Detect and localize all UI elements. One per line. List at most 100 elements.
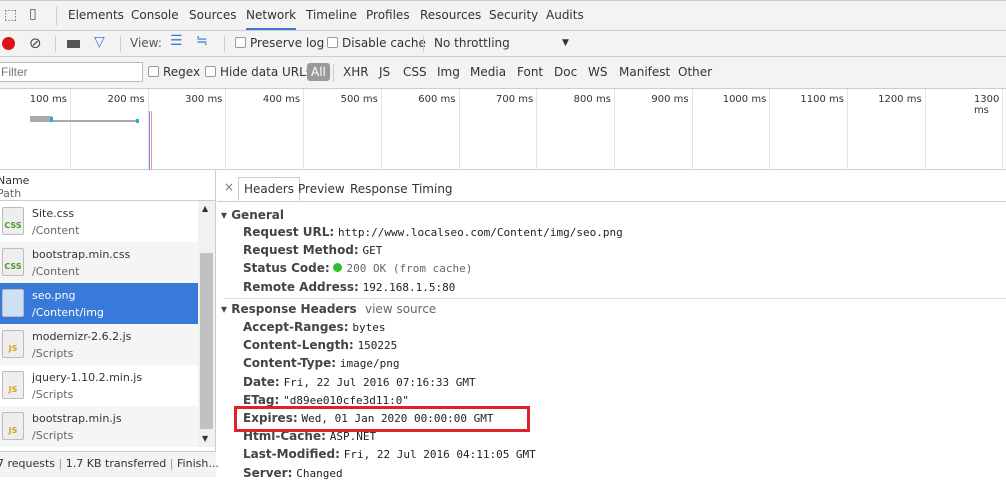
device-mode-icon[interactable]: ▯ — [29, 6, 37, 22]
timeline-gridline — [380, 89, 382, 170]
throttling-select[interactable]: No throttling ▼ — [434, 36, 574, 50]
header-key: Content-Length: — [243, 338, 354, 353]
img-file-icon — [2, 289, 24, 317]
scrollbar[interactable]: ▲ ▼ — [198, 201, 215, 447]
filter-type-img[interactable]: Img — [437, 65, 460, 79]
timeline-gridline — [769, 89, 771, 170]
request-path: /Content — [32, 224, 80, 237]
scroll-up-icon[interactable]: ▲ — [202, 204, 208, 213]
header-key: Status Code: — [243, 261, 330, 276]
request-row[interactable]: JS modernizr-2.6.2.js/Scripts — [0, 324, 198, 365]
js-file-icon: JS — [2, 412, 24, 440]
waterfall-icon[interactable]: ≒ — [196, 33, 208, 49]
request-row[interactable]: CSS Site.css/Content — [0, 201, 198, 242]
detail-tab-timing[interactable]: Timing — [412, 182, 453, 196]
regex-label: Regex — [163, 65, 201, 79]
finish-time: Finish... — [177, 457, 219, 470]
request-row[interactable]: seo.png/Content/img — [0, 283, 198, 324]
timeline-gridline — [70, 89, 71, 170]
header-line: Request URL: http://www.localseo.com/Con… — [243, 225, 623, 239]
response-headers-toggle[interactable]: ▾ Response Headers — [221, 302, 357, 316]
timeline-tick-label: 900 ms — [651, 94, 689, 105]
filter-type-ws[interactable]: WS — [588, 65, 607, 79]
request-path: /Scripts — [32, 388, 74, 401]
request-row[interactable]: JS bootstrap.min.js/Scripts — [0, 406, 198, 447]
expires-highlight-box — [234, 406, 530, 432]
timeline-gridline — [691, 89, 693, 170]
header-key: Remote Address: — [243, 279, 359, 294]
large-rows-icon[interactable]: ☰ — [170, 33, 183, 49]
filter-type-xhr[interactable]: XHR — [343, 65, 369, 79]
timeline-overview[interactable]: 100 ms 200 ms 300 ms 400 ms 500 ms 600 ms 700 … — [0, 89, 1006, 170]
clear-icon[interactable]: ⊘ — [29, 34, 42, 52]
request-path: /Content/img — [32, 306, 104, 319]
view-label: View: — [130, 36, 162, 50]
filter-type-other[interactable]: Other — [678, 65, 712, 79]
filter-type-font[interactable]: Font — [517, 65, 543, 79]
requests-count: 7 requests — [0, 457, 56, 470]
header-key: Content-Type: — [243, 356, 337, 371]
tab-network[interactable]: Network — [246, 8, 297, 30]
filter-type-doc[interactable]: Doc — [554, 65, 577, 79]
inspect-element-icon[interactable]: ⬚ — [4, 7, 17, 23]
screenshot-camera-icon[interactable] — [67, 40, 80, 48]
header-value: Fri, 22 Jul 2016 07:16:33 GMT — [283, 375, 476, 389]
timeline-gridline — [458, 89, 460, 170]
close-icon[interactable]: × — [224, 180, 234, 194]
detail-tab-response[interactable]: Response — [350, 182, 408, 196]
header-value: bytes — [352, 321, 386, 334]
tab-resources[interactable]: Resources — [420, 8, 481, 22]
filter-type-all[interactable]: All — [307, 63, 330, 81]
timeline-tick-label: 200 ms — [107, 94, 145, 105]
header-line: Accept-Ranges: bytes — [243, 320, 385, 334]
timeline-tick-label: 1200 ms — [878, 94, 922, 105]
request-row[interactable]: CSS bootstrap.min.css/Content — [0, 242, 198, 283]
filter-funnel-icon[interactable]: ▽ — [94, 34, 105, 50]
tab-sources[interactable]: Sources — [189, 8, 236, 22]
tab-audits[interactable]: Audits — [546, 8, 584, 22]
list-header[interactable]: Name Path — [0, 170, 216, 201]
filter-type-media[interactable]: Media — [470, 65, 506, 79]
name-column-header[interactable]: Name — [0, 174, 29, 187]
request-row[interactable]: JS jquery-1.10.2.min.js/Scripts — [0, 365, 198, 406]
timeline-tick-label: 1000 ms — [722, 94, 767, 105]
general-section-toggle[interactable]: ▾ General — [221, 208, 284, 222]
response-headers-title: Response Headers — [231, 302, 357, 316]
header-line: Content-Length: 150225 — [243, 338, 397, 352]
transferred-size: 1.7 KB transferred — [65, 457, 167, 470]
timeline-gridline — [613, 89, 615, 170]
scrollbar-thumb[interactable] — [200, 253, 213, 429]
preserve-log-checkbox[interactable]: Preserve log — [235, 36, 324, 50]
hide-data-urls-checkbox[interactable]: Hide data URLs — [205, 65, 312, 79]
tab-timeline[interactable]: Timeline — [306, 8, 357, 22]
header-line: Remote Address: 192.168.1.5:80 — [243, 280, 455, 294]
header-value: 192.168.1.5:80 — [362, 280, 456, 294]
css-file-icon: CSS — [2, 248, 24, 276]
filter-type-js[interactable]: JS — [379, 65, 390, 79]
header-value: 150225 — [357, 339, 398, 353]
record-icon[interactable] — [2, 37, 15, 50]
status-bar: 7 requests | 1.7 KB transferred | Finish… — [0, 451, 219, 477]
detail-tab-preview[interactable]: Preview — [298, 182, 345, 196]
timeline-gridline — [536, 89, 538, 170]
view-source-link[interactable]: view source — [365, 302, 436, 316]
regex-checkbox[interactable]: Regex — [148, 65, 200, 79]
request-list: Name Path CSS Site.css/Content CSS bootstra… — [0, 170, 219, 477]
header-value: ASP.NET — [329, 430, 377, 444]
header-line: Date: Fri, 22 Jul 2016 07:16:33 GMT — [243, 375, 476, 389]
tab-security[interactable]: Security — [489, 8, 538, 22]
request-name: bootstrap.min.css — [32, 248, 131, 261]
detail-tab-headers[interactable]: Headers — [238, 177, 300, 201]
path-column-header: Path — [0, 187, 22, 200]
request-path: /Content — [32, 265, 80, 278]
tab-profiles[interactable]: Profiles — [366, 8, 410, 22]
disable-cache-checkbox[interactable]: Disable cache — [327, 36, 426, 50]
filter-input[interactable] — [0, 62, 143, 82]
network-toolbar: ⊘ ▽ View: ☰ ≒ Preserve log Disable cache… — [0, 31, 1006, 57]
filter-type-manifest[interactable]: Manifest — [619, 65, 670, 79]
tab-elements[interactable]: Elements — [68, 8, 124, 22]
status-summary: 7 requests | 1.7 KB transferred | Finish… — [0, 457, 219, 470]
filter-type-css[interactable]: CSS — [403, 65, 427, 79]
scroll-down-icon[interactable]: ▼ — [202, 434, 208, 443]
tab-console[interactable]: Console — [131, 8, 179, 22]
